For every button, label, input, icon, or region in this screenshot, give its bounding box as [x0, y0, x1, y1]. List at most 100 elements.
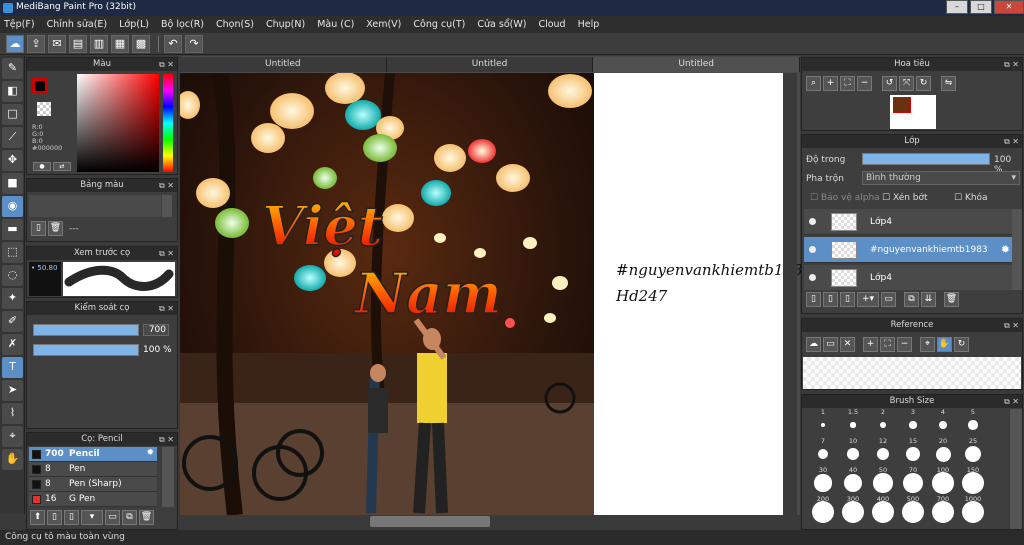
brush-size-option[interactable]: 50 [868, 466, 898, 494]
undo-icon[interactable]: ↶ [164, 34, 182, 53]
brush-size-option[interactable]: 3 [898, 408, 928, 436]
menu-item-7[interactable]: Xem(V) [366, 19, 401, 30]
reference-close-icon[interactable]: ✕ [840, 337, 855, 352]
palette-scrollbar[interactable] [162, 195, 172, 217]
visibility-icon[interactable] [809, 246, 816, 253]
tiles-icon[interactable]: ▩ [132, 34, 150, 53]
gear-icon[interactable]: ✹ [1001, 243, 1010, 256]
lock-checkbox[interactable]: ☐ Khóa [954, 193, 988, 203]
zoom-icon[interactable]: ⌕ [806, 76, 821, 91]
hue-slider[interactable] [163, 74, 173, 172]
scrollbar-thumb[interactable] [370, 516, 490, 527]
text-tool-icon[interactable]: T [2, 357, 23, 378]
layer-scrollbar[interactable] [1012, 209, 1022, 290]
brush-settings-icon[interactable]: ▯ [47, 510, 62, 525]
layer-row[interactable]: Lớp4 [804, 209, 1012, 235]
layer-duplicate-icon[interactable]: ⧉ [904, 292, 919, 307]
rotate-right-icon[interactable]: ↻ [916, 76, 931, 91]
layer-row[interactable]: #nguyenvankhiemtb1983 ✹ [804, 237, 1012, 263]
color-dot-icon[interactable]: ● [33, 162, 51, 171]
brush-size-option[interactable]: 1000 [958, 495, 988, 523]
canvas-text-line2[interactable]: Hd247 [616, 287, 667, 305]
maximize-button[interactable]: □ [970, 0, 992, 14]
brush-folder-icon[interactable]: ▭ [105, 510, 120, 525]
brush-size-option[interactable]: 30 [808, 466, 838, 494]
canvas-photo[interactable]: Việt Nam [180, 73, 594, 515]
menu-item-3[interactable]: Bộ lọc(R) [161, 19, 204, 30]
brush-size-option[interactable]: 25 [958, 437, 988, 465]
export-icon[interactable]: ⇪ [27, 34, 45, 53]
brush-size-option[interactable]: 100 [928, 466, 958, 494]
brush-size-option[interactable]: 5 [958, 408, 988, 436]
visibility-icon[interactable] [809, 274, 816, 281]
brush-size-option[interactable]: 150 [958, 466, 988, 494]
rotate-left-icon[interactable]: ↺ [882, 76, 897, 91]
brush-size-option[interactable]: 12 [868, 437, 898, 465]
dropper-tool-icon[interactable]: ⌇ [2, 403, 23, 424]
brush-size-option[interactable]: 10 [838, 437, 868, 465]
menu-item-2[interactable]: Lớp(L) [119, 19, 149, 30]
flip-icon[interactable]: ⇋ [941, 76, 956, 91]
reference-zoom-in-icon[interactable]: + [863, 337, 878, 352]
brush-tool-icon[interactable]: ✎ [2, 58, 23, 79]
layer-opacity-slider[interactable] [862, 153, 990, 165]
color-swap-icon[interactable]: ⇄ [53, 162, 71, 171]
move-tool-icon[interactable]: ✥ [2, 150, 23, 171]
document-tab[interactable]: Untitled [386, 57, 594, 72]
menu-item-1[interactable]: Chỉnh sửa(E) [47, 19, 108, 30]
brush-size-option[interactable]: 200 [808, 495, 838, 523]
brush-size-option[interactable]: 400 [868, 495, 898, 523]
document-tab[interactable]: Untitled [180, 57, 387, 72]
reference-open-icon[interactable]: ▭ [823, 337, 838, 352]
brush-size-option[interactable]: 40 [838, 466, 868, 494]
document-tab[interactable]: Untitled [593, 57, 801, 72]
brush-size-option[interactable]: 20 [928, 437, 958, 465]
secondary-color-swatch[interactable] [37, 102, 51, 116]
brush-size-option[interactable]: 700 [928, 495, 958, 523]
brush-item[interactable]: 8 Pen (Sharp) [29, 477, 157, 492]
layer-add-menu-icon[interactable]: +▾ [857, 292, 879, 307]
menu-item-10[interactable]: Cloud [538, 19, 565, 30]
layer-folder-icon[interactable]: ▭ [881, 292, 896, 307]
page-icon[interactable]: ▤ [69, 34, 87, 53]
reset-icon[interactable]: ⤧ [899, 76, 914, 91]
clipping-checkbox[interactable]: ☐ Xén bớt [882, 193, 928, 203]
brush-size-option[interactable]: 4 [928, 408, 958, 436]
select-eraser-icon[interactable]: ✗ [2, 334, 23, 355]
zoom-in-icon[interactable]: + [823, 76, 838, 91]
menu-item-4[interactable]: Chọn(S) [216, 19, 254, 30]
hand-tool-icon[interactable]: ✋ [2, 449, 23, 470]
size-slider[interactable] [33, 324, 139, 336]
delete-palette-icon[interactable]: 🗑 [48, 221, 63, 236]
grid-icon[interactable]: ▦ [111, 34, 129, 53]
brush-duplicate-icon[interactable]: ⧉ [122, 510, 137, 525]
brush-size-option[interactable]: 2 [868, 408, 898, 436]
menu-item-9[interactable]: Cửa sổ(W) [477, 19, 526, 30]
minimize-button[interactable]: – [946, 0, 968, 14]
protect-alpha-checkbox[interactable]: ☐ Bảo vệ alpha [810, 193, 880, 203]
bucket-tool-icon[interactable]: ◉ [2, 196, 23, 217]
brush-size-option[interactable]: 1 [808, 408, 838, 436]
menu-item-11[interactable]: Help [578, 19, 600, 30]
eraser-tool-icon[interactable]: ◧ [2, 81, 23, 102]
eyedropper-icon[interactable]: ⌖ [2, 426, 23, 447]
reference-hand-icon[interactable]: ✋ [937, 337, 952, 352]
visibility-icon[interactable] [809, 218, 816, 225]
opacity-slider[interactable] [33, 344, 139, 356]
layer-row[interactable]: Lớp4 [804, 265, 1012, 290]
reference-rotate-icon[interactable]: ↻ [954, 337, 969, 352]
brush-size-option[interactable]: 300 [838, 495, 868, 523]
reference-zoom-out-icon[interactable]: − [897, 337, 912, 352]
fit-icon[interactable]: ⛶ [840, 76, 855, 91]
menu-item-6[interactable]: Màu (C) [317, 19, 354, 30]
brush-size-option[interactable]: 1.5 [838, 408, 868, 436]
new-8bit-layer-icon[interactable]: ▯ [840, 292, 855, 307]
blend-mode-select[interactable]: Bình thường ▾ [862, 171, 1020, 185]
primary-color-swatch[interactable] [32, 78, 48, 94]
zoom-out-icon[interactable]: − [857, 76, 872, 91]
rect-tool-icon[interactable]: □ [2, 104, 23, 125]
canvas-horizontal-scrollbar[interactable] [180, 515, 800, 528]
menu-item-8[interactable]: Công cụ(T) [413, 19, 465, 30]
brush-item[interactable]: 700 Pencil ✹ [29, 447, 157, 462]
canvas-vertical-scrollbar[interactable] [783, 73, 797, 515]
